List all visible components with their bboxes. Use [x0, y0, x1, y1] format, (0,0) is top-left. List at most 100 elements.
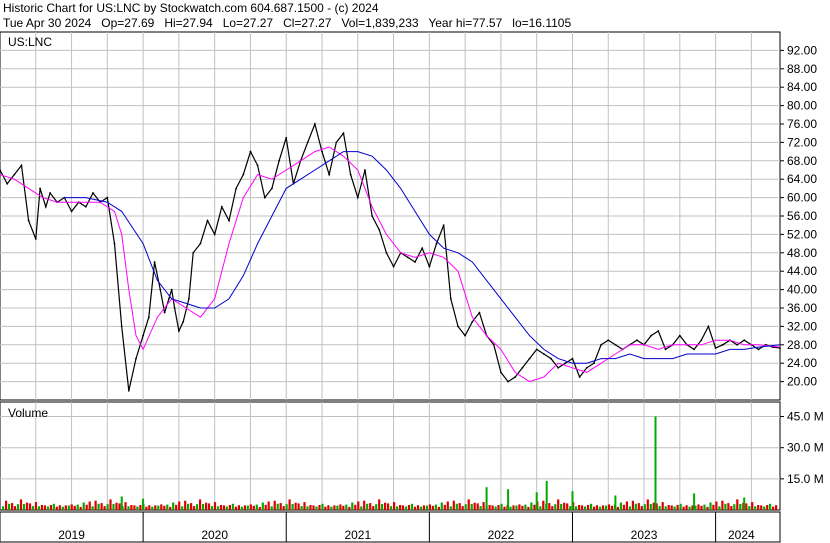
volume-bar [309, 505, 312, 510]
volume-bar [315, 506, 318, 510]
volume-bar [631, 500, 634, 510]
price-point [385, 251, 388, 254]
volume-bar [387, 503, 390, 510]
volume-bar [261, 502, 264, 510]
volume-bar [172, 502, 175, 510]
volume-bar [139, 505, 142, 510]
volume-bar [187, 503, 190, 510]
volume-bar [112, 504, 115, 510]
year-tick-label: 2023 [631, 528, 658, 542]
volume-bar [700, 505, 703, 510]
volume-bar [760, 505, 763, 510]
volume-bar [664, 506, 667, 510]
price-point [177, 330, 180, 332]
volume-bar [488, 505, 491, 510]
price-point [188, 297, 190, 300]
volume-bar [97, 503, 100, 510]
price-point [135, 357, 137, 360]
volume-bar [730, 506, 733, 510]
volume-bar [581, 505, 584, 510]
volume-bar [130, 505, 133, 510]
price-tick-label: 24.00 [787, 356, 817, 370]
price-point [306, 141, 309, 144]
volume-bar [276, 503, 279, 510]
volume-bar [682, 506, 685, 510]
volume-bar [416, 505, 420, 510]
volume-bar [351, 502, 354, 510]
price-point [39, 187, 41, 190]
year-tick-label: 2024 [728, 528, 755, 542]
volume-bar [667, 505, 670, 510]
price-point [249, 150, 252, 153]
volume-bar [193, 506, 196, 510]
price-tick-label: 72.00 [787, 135, 817, 149]
price-point [192, 251, 195, 254]
volume-bar [634, 503, 637, 510]
volume-bar [500, 503, 503, 510]
volume-bar [464, 504, 467, 510]
price-point [635, 339, 638, 342]
price-tick-label: 40.00 [787, 283, 817, 297]
price-point [664, 348, 667, 351]
price-tick-label: 68.00 [787, 154, 817, 168]
volume-bar [46, 506, 49, 510]
price-point [213, 233, 216, 236]
volume-bar [103, 506, 106, 510]
volume-bar [216, 506, 220, 510]
volume-bar [199, 499, 202, 510]
volume-bar [327, 505, 330, 510]
volume-bar [628, 506, 631, 510]
volume-bar [148, 505, 151, 510]
volume-bar [458, 503, 461, 510]
price-tick-label: 76.00 [787, 117, 817, 131]
volume-bar [366, 503, 369, 510]
price-point [167, 297, 170, 300]
volume-bar [5, 500, 8, 510]
volume-bar [610, 505, 614, 510]
volume-bar [285, 504, 288, 510]
price-point [714, 347, 717, 349]
price-point [20, 164, 23, 167]
volume-bar [169, 506, 172, 510]
volume-bar [73, 505, 76, 510]
volume-bar [25, 502, 29, 510]
price-point [428, 265, 431, 268]
volume-bar [88, 501, 91, 510]
volume-bar [267, 501, 270, 510]
volume-bar [240, 506, 243, 510]
price-point [721, 343, 724, 346]
volume-bar [324, 506, 327, 510]
volume-bar [19, 499, 23, 510]
volume-bar [643, 504, 646, 510]
volume-bar [739, 504, 742, 510]
volume-bar [422, 505, 425, 510]
volume-bar [294, 502, 297, 510]
volume-bar [661, 502, 664, 510]
volume-bar [530, 502, 533, 510]
volume-bar [584, 506, 587, 510]
volume-bar [757, 505, 760, 510]
price-point [593, 362, 595, 365]
volume-bar [509, 506, 512, 510]
volume-bar [754, 506, 757, 510]
volume-bar [685, 505, 688, 510]
volume-bar [61, 506, 64, 510]
price-point [182, 320, 185, 323]
volume-bar [124, 502, 127, 510]
price-point [757, 348, 760, 351]
volume-bar [243, 505, 246, 510]
volume-bar [246, 505, 249, 510]
price-point [521, 366, 524, 369]
volume-bar [234, 506, 237, 510]
volume-spike-bar [120, 496, 123, 510]
volume-bar [252, 505, 255, 510]
volume-spike-bar [142, 498, 145, 510]
price-point [414, 261, 416, 263]
volume-bar [539, 506, 542, 510]
volume-bar [181, 506, 184, 510]
volume-bar [354, 504, 357, 510]
volume-bar [518, 504, 521, 510]
volume-bar [213, 502, 217, 510]
volume-bar [721, 500, 724, 510]
price-point [27, 219, 30, 222]
